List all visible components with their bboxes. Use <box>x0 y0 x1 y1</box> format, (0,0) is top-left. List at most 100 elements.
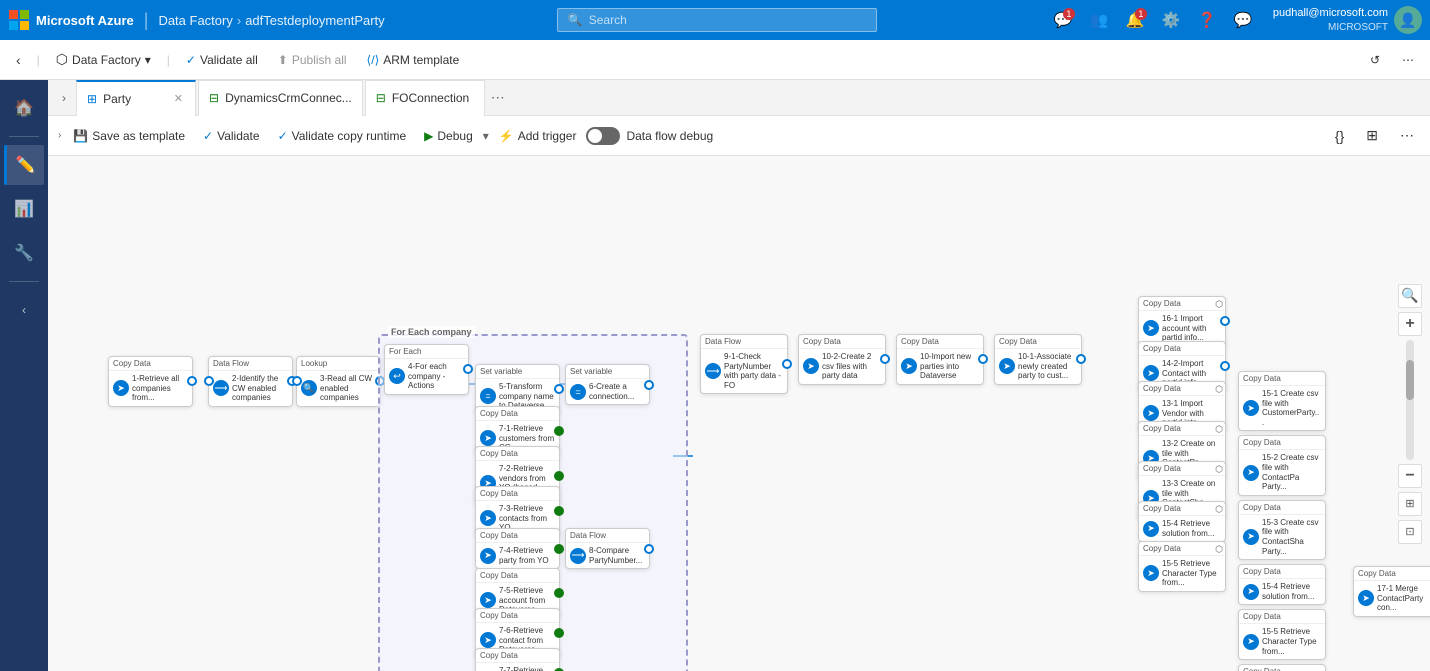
fit-all-button[interactable]: ⊡ <box>1398 520 1422 544</box>
validate-button[interactable]: ✓ Validate <box>195 125 268 147</box>
search-bar: 🔍 <box>395 8 1039 32</box>
nav-separator-2 <box>9 281 39 282</box>
tab-dynamics-icon: ⊟ <box>209 91 219 105</box>
fit-screen-button[interactable]: ⊞ <box>1398 492 1422 516</box>
nav-author[interactable]: ✏️ <box>4 145 44 185</box>
user-area[interactable]: pudhall@microsoft.com MICROSOFT 👤 <box>1273 6 1422 34</box>
service-name[interactable]: Data Factory <box>158 13 232 28</box>
canvas-more-button[interactable]: ⋯ <box>1392 123 1422 148</box>
node-15-5[interactable]: Copy Data ➤ 15-5 Retrieve Character Type… <box>1238 609 1326 660</box>
nav-manage[interactable]: 🔧 <box>4 233 44 273</box>
zoom-in-button[interactable]: + <box>1398 312 1422 336</box>
help-icon[interactable]: ❓ <box>1193 6 1221 34</box>
add-trigger-icon: ⚡ <box>499 129 514 143</box>
search-input[interactable] <box>589 13 849 27</box>
tab-party-close[interactable]: ✕ <box>172 90 185 107</box>
settings-icon[interactable]: ⚙️ <box>1157 6 1185 34</box>
people-icon[interactable]: 👥 <box>1085 6 1113 34</box>
ms-logo-icon <box>8 9 30 31</box>
node-create-connection[interactable]: Set variable = 6-Create a connection... <box>565 364 650 405</box>
validate-copy-runtime-button[interactable]: ✓ Validate copy runtime <box>270 125 415 147</box>
zoom-scrollbar[interactable] <box>1406 340 1414 460</box>
node-read-companies[interactable]: Lookup 🔍 3-Read all CW enabled companies <box>296 356 381 407</box>
node-9-1-icon: ⟶ <box>705 363 721 379</box>
node-15-6[interactable]: Copy Data ➤ 15-6 Remove invalid Characte… <box>1238 664 1326 671</box>
refresh-button[interactable]: ↺ <box>1362 49 1388 71</box>
pipeline-canvas: Copy Data ➤ 1-Retrieve all companies fro… <box>48 156 1430 671</box>
node-10-2[interactable]: Copy Data ➤ 10-2-Create 2 csv files with… <box>798 334 886 385</box>
sub-toolbar-expand[interactable]: › <box>56 128 63 143</box>
breadcrumb-item[interactable]: adfTestdeploymentParty <box>245 13 384 28</box>
right-column: Copy Data ➤ 15-1 Create csv file with Cu… <box>1238 371 1326 671</box>
node-8-right-conn <box>644 544 654 554</box>
foreach-label: For Each company <box>388 326 475 338</box>
node-17-1-icon: ➤ <box>1358 590 1374 606</box>
app-name: Microsoft Azure <box>36 13 134 28</box>
node-retrieve-companies[interactable]: Copy Data ➤ 1-Retrieve all companies fro… <box>108 356 193 407</box>
bell-icon[interactable]: 🔔1 <box>1121 6 1149 34</box>
node-7-7[interactable]: Copy Data ➤ 7-7-Retrieve vendors from Da… <box>475 648 560 671</box>
search-container[interactable]: 🔍 <box>557 8 877 32</box>
more-options-button[interactable]: ⋯ <box>1394 49 1422 71</box>
tab-expand-button[interactable]: › <box>52 86 76 110</box>
app-logo[interactable]: Microsoft Azure <box>8 9 134 31</box>
search-icon: 🔍 <box>568 13 583 27</box>
node-9-1[interactable]: Data Flow ⟶ 9-1-Check PartyNumber with p… <box>700 334 788 394</box>
notifications-icon[interactable]: 💬1 <box>1049 6 1077 34</box>
sub-toolbar-right: {} ⊞ ⋯ <box>1327 123 1422 148</box>
node-foreach[interactable]: For Each ↩ 4-For each company - Actions <box>384 344 469 395</box>
save-template-button[interactable]: 💾 Save as template <box>65 125 193 147</box>
tab-more-button[interactable]: ⋯ <box>491 89 505 106</box>
node-7-4[interactable]: Copy Data ➤ 7-4-Retrieve party from YO <box>475 528 560 569</box>
nav-home[interactable]: 🏠 <box>4 88 44 128</box>
zoom-out-button[interactable]: − <box>1398 464 1422 488</box>
node-6-right-conn <box>644 380 654 390</box>
node-10-2-icon: ➤ <box>803 358 819 374</box>
tab-party[interactable]: ⊞ Party ✕ <box>76 80 196 116</box>
refresh-icon: ↺ <box>1370 53 1380 67</box>
validate-all-button[interactable]: ✓ Validate all <box>178 49 266 71</box>
node-8-compare[interactable]: Data Flow ⟶ 8-Compare PartyNumber... <box>565 528 650 569</box>
node-15-4-retrieve[interactable]: Copy Data ➤ 15-4 Retrieve solution from.… <box>1138 501 1226 542</box>
node-15-2[interactable]: Copy Data ➤ 15-2 Create csv file with Co… <box>1238 435 1326 495</box>
node-2-left-conn <box>204 376 214 386</box>
user-avatar[interactable]: 👤 <box>1394 6 1422 34</box>
arm-template-button[interactable]: ⟨/⟩ ARM template <box>359 49 468 71</box>
node-15-1[interactable]: Copy Data ➤ 15-1 Create csv file with Cu… <box>1238 371 1326 431</box>
validate-copy-icon: ✓ <box>278 129 288 143</box>
node-16-1[interactable]: Copy Data ➤ 16-1 Import account with par… <box>1138 296 1226 347</box>
data-flow-debug-toggle[interactable] <box>586 127 620 145</box>
tab-fo[interactable]: ⊟ FOConnection <box>365 80 485 116</box>
node-1-right-conn <box>187 376 197 386</box>
nav-monitor[interactable]: 📊 <box>4 189 44 229</box>
node-10-import[interactable]: Copy Data ➤ 10-Import new parties into D… <box>896 334 984 385</box>
debug-button[interactable]: ▶ Debug <box>416 125 481 147</box>
node-10-1[interactable]: Copy Data ➤ 10-1-Associate newly created… <box>994 334 1082 385</box>
zoom-scrollbar-thumb <box>1406 360 1414 400</box>
node-15-3[interactable]: Copy Data ➤ 15-3 Create csv file with Co… <box>1238 500 1326 560</box>
node-15-4[interactable]: Copy Data ➤ 15-4 Retrieve solution from.… <box>1238 564 1326 605</box>
node-identify-companies[interactable]: Data Flow ⟶ 2-Identify the CW enabled co… <box>208 356 293 407</box>
node-3-left-conn <box>292 376 302 386</box>
node-3-icon: 🔍 <box>301 380 317 396</box>
collapse-panel-button[interactable]: ‹ <box>8 48 29 72</box>
content-area: › ⊞ Party ✕ ⊟ DynamicsCrmConnec... ⊟ FOC… <box>48 80 1430 671</box>
tab-dynamics[interactable]: ⊟ DynamicsCrmConnec... <box>198 80 363 116</box>
publish-all-button[interactable]: ⬆ Publish all <box>270 49 355 71</box>
validate-check-icon: ✓ <box>203 129 213 143</box>
code-view-button[interactable]: {} <box>1327 124 1352 148</box>
node-17-1[interactable]: Copy Data ➤ 17-1 Merge ContactParty con.… <box>1353 566 1430 617</box>
node-7-2-right-conn <box>554 471 564 481</box>
node-15-5-char[interactable]: Copy Data ➤ 15-5 Retrieve Character Type… <box>1138 541 1226 592</box>
debug-dropdown-icon[interactable]: ▾ <box>483 129 489 143</box>
search-canvas-button[interactable]: 🔍 <box>1398 284 1422 308</box>
node-14-2-right-conn <box>1220 361 1230 371</box>
node-13-1-icon: ➤ <box>1143 405 1159 421</box>
feedback-icon[interactable]: 💬 <box>1229 6 1257 34</box>
main-toolbar: ‹ | ⬡ Data Factory ▾ | ✓ Validate all ⬆ … <box>0 40 1430 80</box>
properties-button[interactable]: ⊞ <box>1358 123 1386 148</box>
data-factory-button[interactable]: ⬡ Data Factory ▾ <box>48 47 159 72</box>
node-14-2-icon: ➤ <box>1143 365 1159 381</box>
add-trigger-button[interactable]: ⚡ Add trigger <box>491 125 585 147</box>
nav-collapse[interactable]: ‹ <box>4 290 44 330</box>
